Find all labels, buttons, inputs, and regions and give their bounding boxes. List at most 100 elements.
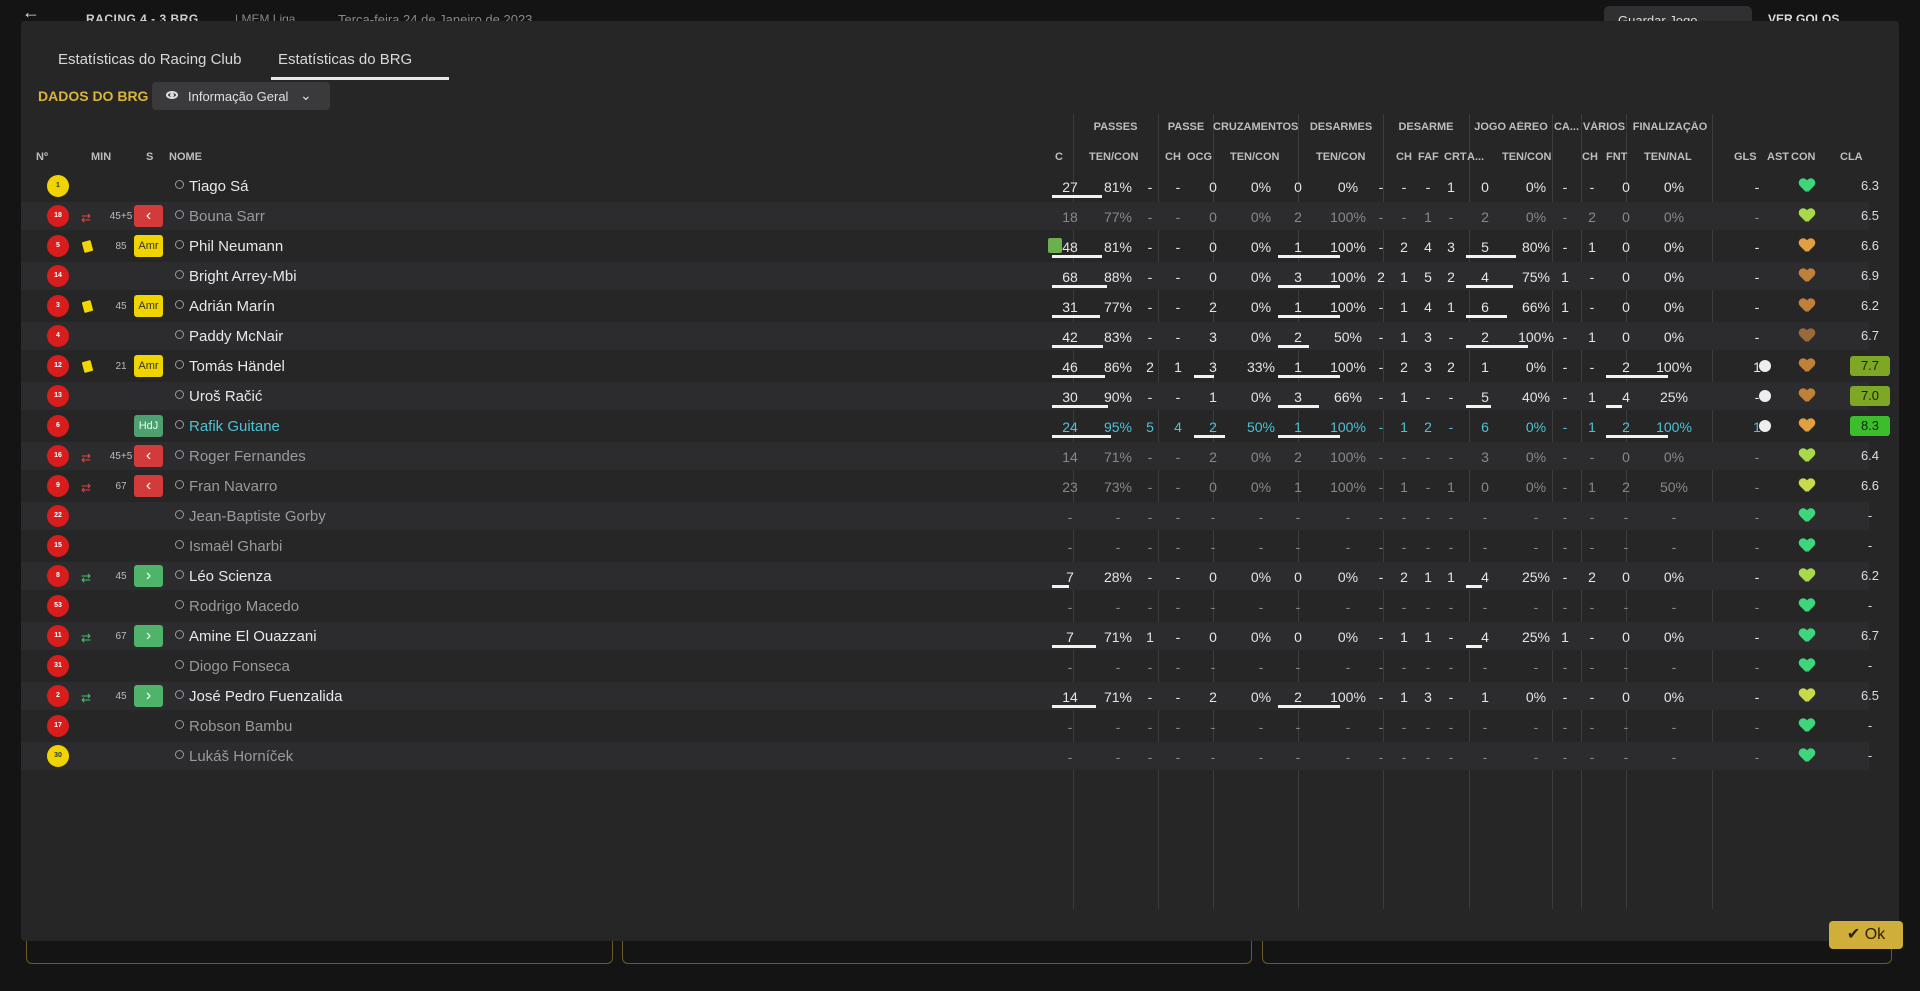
player-name[interactable]: Bright Arrey-Mbi — [189, 268, 297, 285]
column-header[interactable]: CON — [1791, 151, 1815, 163]
column-header[interactable]: A... — [1467, 151, 1484, 163]
player-rating: 6.7 — [1860, 328, 1880, 343]
stat-fnt: - — [1589, 269, 1595, 285]
player-name[interactable]: Diogo Fonseca — [189, 658, 290, 675]
stat-ast: - — [1754, 209, 1760, 225]
column-header[interactable]: C — [1055, 151, 1063, 163]
stat-a: - — [1448, 719, 1454, 735]
player-name[interactable]: Tomás Händel — [189, 358, 285, 375]
table-row[interactable]: 1 Tiago Sá 27 81% - -0 0% 0 0% - - -1 0 0% - -0 0% -6.3 — [21, 172, 1879, 200]
player-name[interactable]: Adrián Marín — [189, 298, 275, 315]
stat-ast: - — [1754, 629, 1760, 645]
stat-dsp: 100% — [1330, 209, 1366, 225]
player-name[interactable]: Tiago Sá — [189, 178, 248, 195]
player-name[interactable]: Fran Navarro — [189, 478, 277, 495]
column-header[interactable]: NOME — [169, 151, 202, 163]
table-row[interactable]: 9 ⇄ 67 ‹ Fran Navarro 23 73% - -0 0% 1 100% -1-1 0 0% -… — [21, 472, 1879, 500]
column-header[interactable]: OCG — [1187, 151, 1212, 163]
goal-ball-icon — [1759, 390, 1771, 402]
player-name[interactable]: Roger Fernandes — [189, 448, 306, 465]
player-name[interactable]: Lukáš Horníček — [189, 748, 293, 765]
stat-ja: 4 — [1481, 629, 1489, 645]
column-header[interactable]: TEN/CON — [1316, 151, 1366, 163]
view-selector-dropdown[interactable]: Informação Geral ⌄ — [152, 82, 330, 110]
tab-racing-stats[interactable]: Estatísticas do Racing Club — [58, 51, 241, 68]
stat-ja: - — [1482, 749, 1488, 765]
table-row[interactable]: 53 Rodrigo Macedo - - - - - - - - - - - - - - - - - - - - — [21, 592, 1872, 620]
player-name[interactable]: Amine El Ouazzani — [189, 628, 317, 645]
player-name[interactable]: Bouna Sarr — [189, 208, 265, 225]
stat-pch: - — [1147, 539, 1153, 555]
column-header[interactable]: CRT — [1444, 151, 1467, 163]
player-name[interactable]: Uroš Račić — [189, 388, 262, 405]
table-row[interactable]: 3 45 Amr Adrián Marín 31 77% - -2 0% 1 100% -1 4 1 6 66… — [21, 292, 1879, 320]
stat-ast: - — [1754, 179, 1760, 195]
player-name[interactable]: Léo Scienza — [189, 568, 272, 585]
stat-ja: - — [1482, 659, 1488, 675]
view-selector-label: Informação Geral — [188, 89, 289, 104]
ok-button[interactable]: ✔ Ok — [1829, 921, 1903, 949]
column-header[interactable]: S — [146, 151, 153, 163]
table-row[interactable]: 22 Jean-Baptiste Gorby - - - - - - - - - - - - - - - - - - -… — [21, 502, 1872, 530]
stat-pp: 73% — [1103, 479, 1133, 495]
stat-jap: - — [1533, 509, 1539, 525]
player-name[interactable]: Rodrigo Macedo — [189, 598, 299, 615]
table-row[interactable]: 12 21 Amr Tomás Händel 46 86% 2 1 3 33% 1 100% -2 3 2 1… — [21, 352, 1890, 380]
table-row[interactable]: 15 Ismaël Gharbi - - - - - - - - - - - - - - - - - - - - — [21, 532, 1872, 560]
stat-a: 3 — [1447, 239, 1455, 255]
table-row[interactable]: 16 ⇄ 45+5 ‹ Roger Fernandes 14 71% - -2 0% 2 100% - -… — [21, 442, 1879, 470]
column-header[interactable]: TEN/CON — [1230, 151, 1280, 163]
stat-ds: - — [1295, 719, 1301, 735]
sub-off-badge: ‹ — [134, 445, 163, 467]
progress-bar — [1194, 375, 1214, 378]
stat-pt: - — [1067, 509, 1073, 525]
table-row[interactable]: 6 HdJ Rafik Guitane 24 95% 5 4 2 50% 1 100% - 1 2 - 6 0%… — [21, 412, 1890, 440]
table-row[interactable]: 11 ⇄ 67 › Amine El Ouazzani 7 71% 1-0 0% 0 0% -1 1-4… — [21, 622, 1879, 650]
tab-brg-stats[interactable]: Estatísticas do BRG — [278, 51, 412, 68]
player-name[interactable]: Ismaël Gharbi — [189, 538, 282, 555]
stat-fin: 0 — [1622, 269, 1630, 285]
player-name[interactable]: Paddy McNair — [189, 328, 283, 345]
table-row[interactable]: 13 Uroš Račić 30 90% - -1 0% 3 66% -1- -5 40% -1 4 25%… — [21, 382, 1890, 410]
column-header[interactable]: TEN/NAL — [1644, 151, 1692, 163]
morale-heart-icon — [1799, 239, 1815, 253]
column-header[interactable]: FAF — [1418, 151, 1439, 163]
stat-cr: 2 — [1209, 689, 1217, 705]
stat-cr: 2 — [1209, 449, 1217, 465]
table-row[interactable]: 14 Bright Arrey-Mbi 68 88% - -0 0% 3 100% 2 1 5 2 4 75… — [21, 262, 1879, 290]
table-row[interactable]: 30 Lukáš Horníček - - - - - - - - - - - - - - - - - - - - — [21, 742, 1872, 770]
player-name[interactable]: José Pedro Fuenzalida — [189, 688, 342, 705]
column-header[interactable]: GLS — [1734, 151, 1757, 163]
column-header[interactable]: CH — [1582, 151, 1598, 163]
table-row[interactable]: 2 ⇄ 45 › José Pedro Fuenzalida 14 71% - -2 0% 2 100… — [21, 682, 1879, 710]
table-row[interactable]: 8 ⇄ 45 › Léo Scienza 7 28% - -0 0% 0 0% -2 1 1 4 25% -2 0 0… — [21, 562, 1879, 590]
table-row[interactable]: 31 Diogo Fonseca - - - - - - - - - - - - - - - - - - - - — [21, 652, 1872, 680]
column-header[interactable]: TEN/CON — [1089, 151, 1139, 163]
table-row[interactable]: 4 Paddy McNair 42 83% - -3 0% 2 50% -1 3-2 100% -1 0 0… — [21, 322, 1879, 350]
column-header[interactable]: FNT — [1606, 151, 1627, 163]
player-name[interactable]: Phil Neumann — [189, 238, 283, 255]
back-arrow-icon[interactable]: ← — [22, 3, 44, 21]
player-rating: - — [1867, 598, 1873, 613]
column-header[interactable]: CH — [1165, 151, 1181, 163]
column-header[interactable]: AST — [1767, 151, 1789, 163]
player-name[interactable]: Jean-Baptiste Gorby — [189, 508, 326, 525]
stat-jap: 0% — [1525, 359, 1547, 375]
column-header[interactable]: Nº — [36, 151, 48, 163]
player-name[interactable]: Robson Bambu — [189, 718, 292, 735]
column-header[interactable]: CH — [1396, 151, 1412, 163]
stat-ca: - — [1562, 689, 1568, 705]
column-header[interactable]: MIN — [91, 151, 111, 163]
stat-a: - — [1448, 449, 1454, 465]
stat-ds: 2 — [1294, 449, 1302, 465]
progress-bar — [1278, 375, 1340, 378]
table-row[interactable]: 17 Robson Bambu - - - - - - - - - - - - - - - - - - - - — [21, 712, 1872, 740]
table-row[interactable]: 18 ⇄ 45+5 ‹ Bouna Sarr 18 77% - -0 0% 2 100% - -1-2 0%… — [21, 202, 1879, 230]
player-name[interactable]: Rafik Guitane — [189, 418, 280, 435]
column-header[interactable]: TEN/CON — [1502, 151, 1552, 163]
person-icon — [173, 390, 184, 401]
table-row[interactable]: 5 85 Amr Phil Neumann 48 81% - -0 0% 1 100% -2 4 3 5 80… — [21, 232, 1879, 260]
column-header[interactable]: CLA — [1840, 151, 1863, 163]
progress-bar — [1466, 345, 1528, 348]
stat-ocg: - — [1175, 599, 1181, 615]
